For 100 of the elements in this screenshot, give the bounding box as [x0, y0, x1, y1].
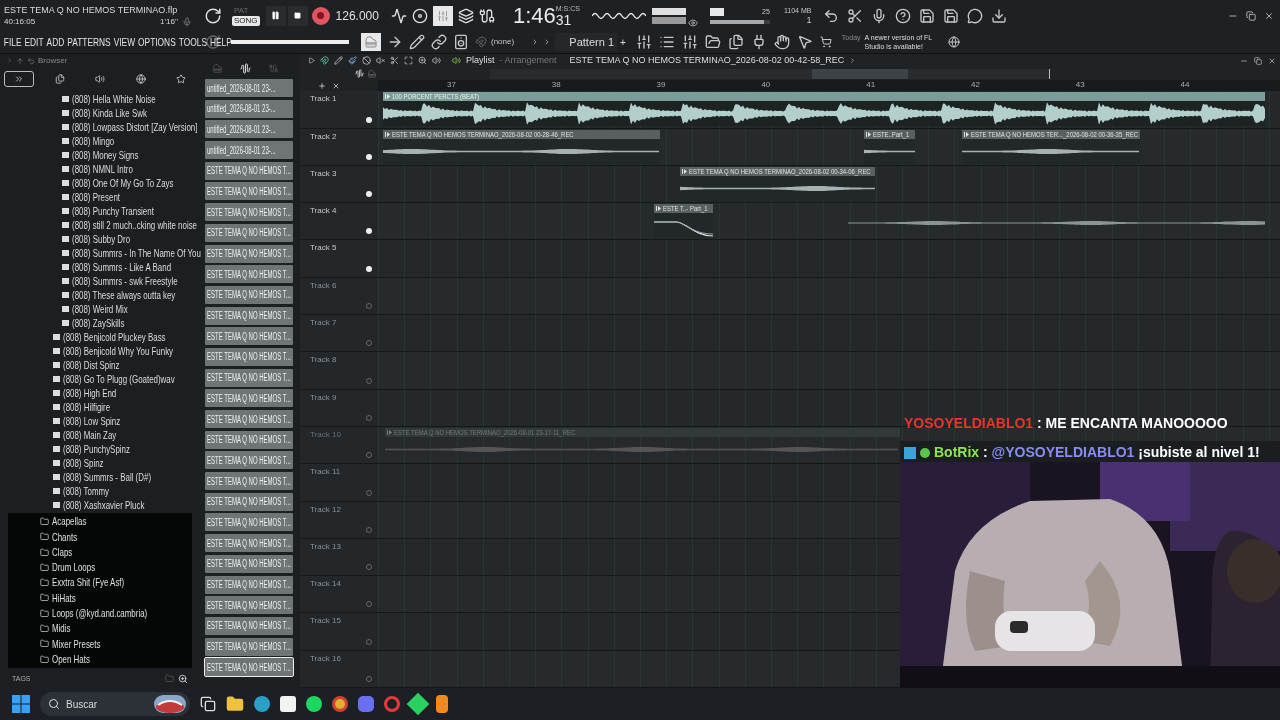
app-icon[interactable]: [384, 696, 400, 712]
clip-source-item[interactable]: untitled_2026-08-01 23-...: [205, 99, 293, 118]
clip-source-item[interactable]: ESTE TEMA Q NO HEMOS T...: [205, 534, 293, 553]
speaker-icon[interactable]: [453, 34, 469, 50]
menu-item[interactable]: TOOLS: [178, 33, 207, 51]
search-icon[interactable]: [178, 673, 188, 684]
clip-source-item[interactable]: ESTE TEMA Q NO HEMOS T...: [205, 203, 293, 222]
pattern-selector[interactable]: Pattern 1: [555, 33, 617, 51]
play-icon[interactable]: [308, 57, 315, 65]
pause-button[interactable]: [265, 5, 286, 26]
clip-source-item[interactable]: untitled_2026-08-01 23-...: [205, 120, 293, 139]
menu-item[interactable]: HELP: [210, 33, 232, 51]
menu-item[interactable]: PATTERNS: [67, 33, 111, 51]
clip-menu-icon[interactable]: [656, 206, 661, 212]
browser-tab[interactable]: [4, 70, 34, 87]
eye-icon[interactable]: [687, 18, 698, 28]
clip-menu-icon[interactable]: [385, 131, 390, 137]
magnet-icon[interactable]: [475, 36, 487, 48]
countdown-button[interactable]: [432, 5, 453, 26]
folder-item[interactable]: Mixer Presets: [52, 635, 101, 653]
snap-preset[interactable]: (none): [491, 36, 531, 48]
clip-source-item[interactable]: ESTE TEMA Q NO HEMOS T...: [205, 616, 293, 635]
clip-source-item[interactable]: untitled_2026-08-01 23-...: [205, 79, 293, 97]
clip-menu-icon[interactable]: [385, 94, 390, 100]
waveform-icon[interactable]: [240, 62, 251, 74]
folder-item[interactable]: Open Hats: [52, 650, 90, 668]
track-header[interactable]: Track 7: [300, 315, 378, 352]
track-enable-toggle[interactable]: [366, 265, 372, 272]
clip-source-item[interactable]: ESTE TEMA Q NO HEMOS T...: [205, 596, 293, 615]
folder-icon[interactable]: [226, 695, 244, 713]
magnet-icon[interactable]: [320, 56, 329, 66]
globe-icon[interactable]: [947, 36, 960, 48]
link-icon[interactable]: [431, 34, 447, 50]
track-header[interactable]: Track 16: [300, 650, 378, 687]
clip-source-item[interactable]: ESTE TEMA Q NO HEMOS T...: [205, 285, 293, 304]
daw-app-icon[interactable]: [436, 695, 448, 713]
track-header[interactable]: Track 4: [300, 203, 378, 240]
scissors-icon[interactable]: [847, 7, 864, 24]
menu-item[interactable]: EDIT: [24, 33, 44, 51]
clip-menu-icon[interactable]: [964, 131, 969, 137]
mute-icon[interactable]: [376, 56, 385, 66]
delete-icon[interactable]: [362, 56, 371, 66]
pointer-icon[interactable]: [796, 34, 813, 50]
web-app-icon[interactable]: [332, 696, 348, 712]
clip-source-item[interactable]: ESTE TEMA Q NO HEMOS T...: [205, 244, 293, 263]
folder-item[interactable]: Midis: [52, 620, 71, 637]
menu-item[interactable]: ADD: [46, 33, 65, 51]
clip-source-item[interactable]: ESTE TEMA Q NO HEMOS T...: [205, 161, 293, 180]
folder-item[interactable]: Chants: [52, 528, 78, 546]
clip-source-item[interactable]: ESTE TEMA Q NO HEMOS T...: [205, 451, 293, 470]
undo-icon[interactable]: [823, 7, 840, 24]
track-header[interactable]: Track 15: [300, 613, 378, 650]
clip-source-item[interactable]: ESTE TEMA Q NO HEMOS T...: [205, 410, 293, 428]
track-header[interactable]: Track 6: [300, 277, 378, 315]
add-track-icon[interactable]: [318, 81, 326, 90]
clip-source-item[interactable]: ESTE TEMA Q NO HEMOS T...: [205, 306, 293, 325]
save-icon[interactable]: [919, 7, 936, 24]
hand-icon[interactable]: [773, 34, 790, 50]
chat-icon[interactable]: [967, 7, 984, 24]
close-icon[interactable]: [1264, 10, 1274, 21]
clip-menu-icon[interactable]: [866, 131, 871, 137]
clip-source-item[interactable]: ESTE TEMA Q NO HEMOS T...: [205, 265, 293, 284]
chevron-right-icon[interactable]: [849, 57, 857, 65]
arrow-right-icon[interactable]: [387, 34, 403, 50]
browser-app-icon[interactable]: [254, 696, 270, 712]
waveform-icon[interactable]: [355, 69, 364, 79]
save-icon[interactable]: [943, 7, 960, 24]
track-header[interactable]: Track 13: [300, 538, 378, 576]
restore-icon[interactable]: [1254, 56, 1262, 65]
files-icon[interactable]: [727, 34, 744, 50]
track-header[interactable]: Track 12: [300, 501, 378, 538]
clip-menu-icon[interactable]: [682, 168, 687, 174]
clip-source-item[interactable]: ESTE TEMA Q NO HEMOS T...: [205, 430, 293, 449]
download-icon[interactable]: [991, 7, 1008, 24]
restore-icon[interactable]: [1246, 10, 1256, 21]
folder-tree-icon[interactable]: [704, 34, 721, 50]
clip-source-item[interactable]: ESTE TEMA Q NO HEMOS T...: [205, 492, 293, 511]
menu-item[interactable]: VIEW: [113, 33, 136, 51]
clip-source-item[interactable]: ESTE TEMA Q NO HEMOS T...: [205, 347, 293, 366]
stop-button[interactable]: [287, 5, 308, 26]
folder-item[interactable]: Exxtra Shit (Fye Asf): [52, 574, 125, 591]
pencil-icon[interactable]: [409, 34, 425, 50]
record-button[interactable]: [311, 6, 330, 25]
clip-menu-icon[interactable]: [387, 429, 392, 435]
mixer-icon[interactable]: [681, 34, 698, 50]
zoom-icon[interactable]: [418, 56, 427, 66]
speaker-icon[interactable]: [452, 56, 461, 66]
track-header[interactable]: Track 3: [300, 165, 378, 203]
track-header[interactable]: Track 11: [300, 464, 378, 501]
help-icon[interactable]: [895, 7, 912, 24]
clip-source-item[interactable]: ESTE TEMA Q NO HEMOS T...: [205, 327, 293, 346]
select-icon[interactable]: [404, 56, 413, 66]
folder-item[interactable]: Loops (@kyd.and.cambria): [52, 605, 148, 622]
clip-source-item[interactable]: ESTE TEMA Q NO HEMOS T...: [205, 513, 293, 532]
mode-toggle[interactable]: SONG: [232, 15, 260, 26]
clip-source-item[interactable]: ESTE TEMA Q NO HEMOS T...: [205, 637, 293, 656]
clip-source-item[interactable]: ESTE TEMA Q NO HEMOS T...: [205, 472, 293, 491]
clip-source-item[interactable]: ESTE TEMA Q NO HEMOS T...: [205, 575, 293, 594]
clip-source-item[interactable]: untitled_2026-08-01 23-...: [205, 141, 293, 160]
task-view-icon[interactable]: [200, 696, 216, 712]
